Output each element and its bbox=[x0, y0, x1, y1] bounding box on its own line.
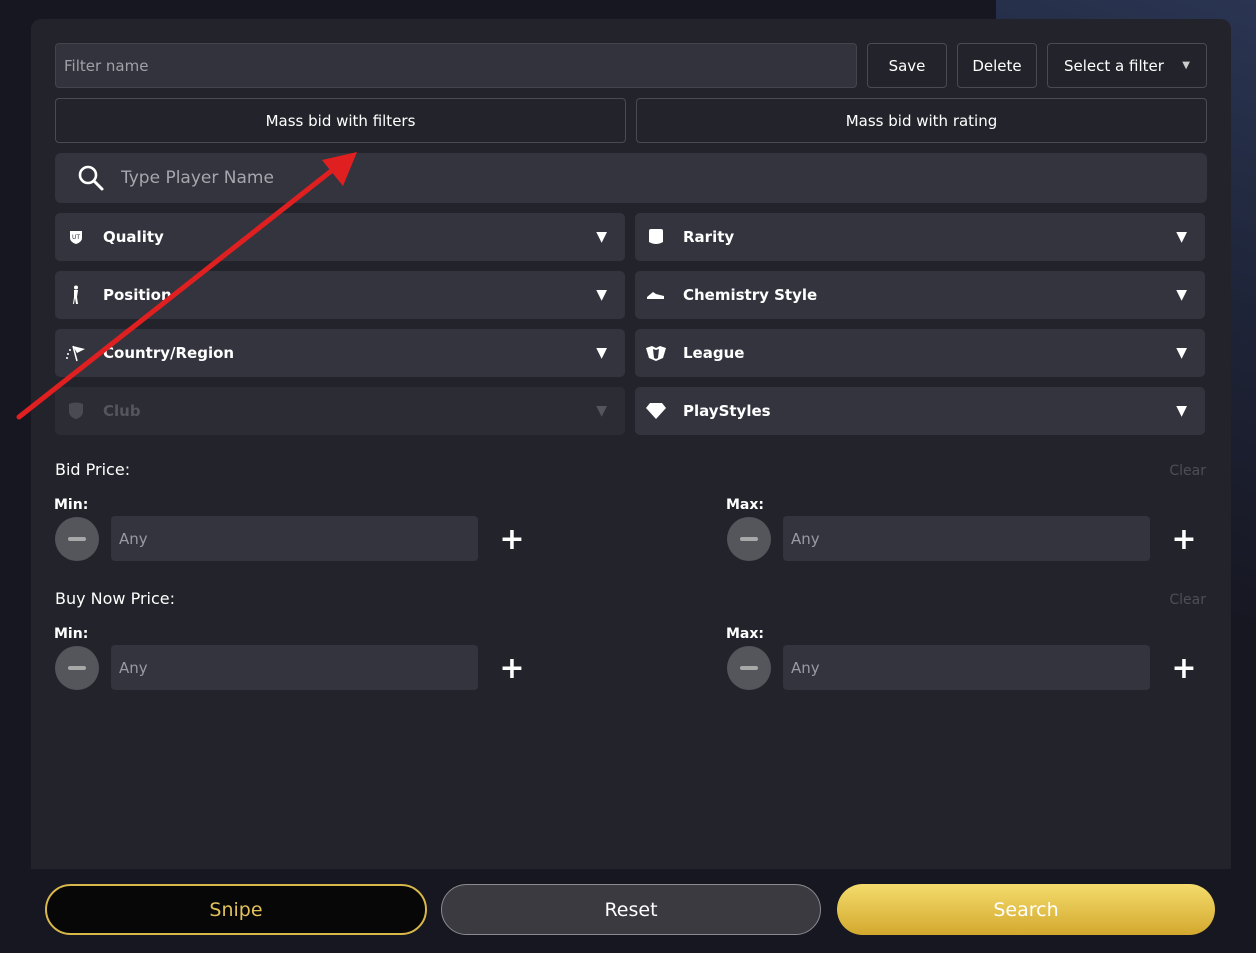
mass-bid-rating-button[interactable]: Mass bid with rating bbox=[636, 98, 1207, 143]
save-button[interactable]: Save bbox=[867, 43, 947, 88]
bid-max-label: Max: bbox=[726, 497, 765, 513]
chevron-down-icon: ▼ bbox=[1182, 60, 1190, 71]
club-dropdown: Club ▼ bbox=[55, 387, 625, 435]
league-icon bbox=[645, 342, 667, 364]
position-icon bbox=[65, 284, 87, 306]
dropdown-arrow-icon: ▼ bbox=[1176, 229, 1187, 245]
chemistry-style-icon bbox=[645, 284, 667, 306]
dropdown-arrow-icon: ▼ bbox=[1176, 345, 1187, 361]
rarity-icon bbox=[645, 226, 667, 248]
bid-min-decrement-button[interactable] bbox=[55, 517, 99, 561]
bid-max-decrement-button[interactable] bbox=[727, 517, 771, 561]
buy-now-min-input[interactable] bbox=[111, 645, 478, 690]
buy-now-max-decrement-button[interactable] bbox=[727, 646, 771, 690]
dropdown-arrow-icon: ▼ bbox=[596, 287, 607, 303]
search-icon bbox=[78, 165, 104, 191]
svg-text:UT: UT bbox=[72, 234, 80, 241]
select-filter-label: Select a filter bbox=[1064, 56, 1164, 75]
dropdown-arrow-icon: ▼ bbox=[596, 345, 607, 361]
club-icon bbox=[65, 400, 87, 422]
quality-label: Quality bbox=[103, 228, 164, 246]
minus-icon bbox=[68, 537, 86, 541]
buy-now-max-label: Max: bbox=[726, 626, 765, 642]
dropdown-arrow-icon: ▼ bbox=[596, 229, 607, 245]
player-name-input[interactable] bbox=[121, 168, 1021, 188]
buy-now-min-decrement-button[interactable] bbox=[55, 646, 99, 690]
filter-panel bbox=[31, 19, 1231, 869]
position-label: Position bbox=[103, 286, 172, 304]
country-region-dropdown[interactable]: Country/Region ▼ bbox=[55, 329, 625, 377]
quality-dropdown[interactable]: UT Quality ▼ bbox=[55, 213, 625, 261]
country-region-label: Country/Region bbox=[103, 344, 235, 362]
rarity-label: Rarity bbox=[683, 228, 735, 246]
player-search-bar[interactable] bbox=[55, 153, 1207, 203]
bid-max-increment-button[interactable]: + bbox=[1169, 525, 1199, 555]
buy-now-max-increment-button[interactable]: + bbox=[1169, 654, 1199, 684]
bid-min-input[interactable] bbox=[111, 516, 478, 561]
minus-icon bbox=[740, 666, 758, 670]
chemistry-style-label: Chemistry Style bbox=[683, 286, 818, 304]
position-dropdown[interactable]: Position ▼ bbox=[55, 271, 625, 319]
reset-button[interactable]: Reset bbox=[441, 884, 821, 935]
buy-now-max-input[interactable] bbox=[783, 645, 1150, 690]
league-dropdown[interactable]: League ▼ bbox=[635, 329, 1205, 377]
dropdown-arrow-icon: ▼ bbox=[596, 403, 607, 419]
dropdown-arrow-icon: ▼ bbox=[1176, 287, 1187, 303]
bid-min-label: Min: bbox=[54, 497, 89, 513]
select-filter-dropdown[interactable]: Select a filter ▼ bbox=[1047, 43, 1207, 88]
country-region-icon bbox=[65, 342, 87, 364]
league-label: League bbox=[683, 344, 745, 362]
minus-icon bbox=[740, 537, 758, 541]
snipe-button[interactable]: Snipe bbox=[45, 884, 427, 935]
buy-now-price-title: Buy Now Price: bbox=[55, 589, 176, 608]
bid-max-input[interactable] bbox=[783, 516, 1150, 561]
filter-name-input[interactable] bbox=[55, 43, 857, 88]
club-label: Club bbox=[103, 402, 141, 420]
delete-button[interactable]: Delete bbox=[957, 43, 1037, 88]
rarity-dropdown[interactable]: Rarity ▼ bbox=[635, 213, 1205, 261]
bid-min-increment-button[interactable]: + bbox=[497, 525, 527, 555]
bid-price-clear-button[interactable]: Clear bbox=[1169, 463, 1206, 479]
minus-icon bbox=[68, 666, 86, 670]
search-button[interactable]: Search bbox=[837, 884, 1215, 935]
playstyles-dropdown[interactable]: PlayStyles ▼ bbox=[635, 387, 1205, 435]
chemistry-style-dropdown[interactable]: Chemistry Style ▼ bbox=[635, 271, 1205, 319]
bid-price-title: Bid Price: bbox=[55, 460, 131, 479]
buy-now-price-clear-button[interactable]: Clear bbox=[1169, 592, 1206, 608]
buy-now-min-label: Min: bbox=[54, 626, 89, 642]
playstyles-icon bbox=[645, 400, 667, 422]
quality-icon: UT bbox=[65, 226, 87, 248]
mass-bid-filters-button[interactable]: Mass bid with filters bbox=[55, 98, 626, 143]
buy-now-min-increment-button[interactable]: + bbox=[497, 654, 527, 684]
playstyles-label: PlayStyles bbox=[683, 402, 771, 420]
dropdown-arrow-icon: ▼ bbox=[1176, 403, 1187, 419]
